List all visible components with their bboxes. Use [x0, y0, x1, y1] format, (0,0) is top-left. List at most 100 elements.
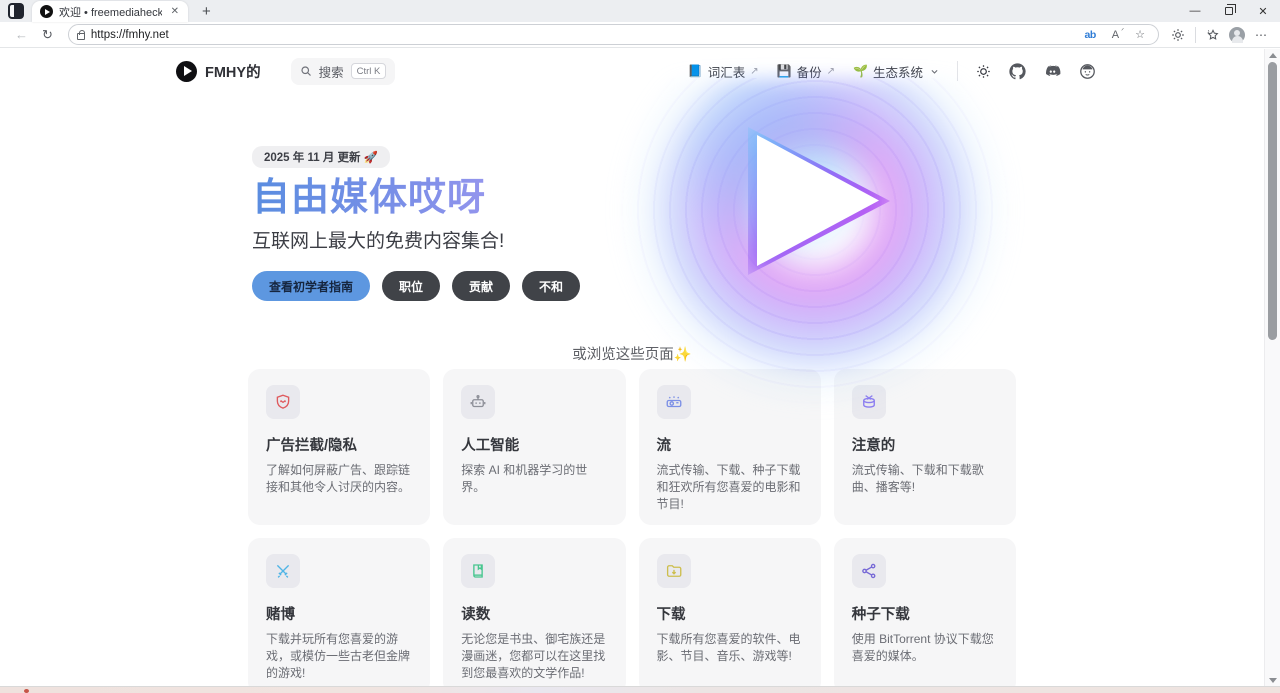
card-title: 广告拦截/隐私 [266, 438, 358, 454]
tab-close-icon[interactable]: ✕ [168, 5, 182, 18]
favorites-sparkle-icon[interactable] [1202, 28, 1224, 42]
card-streaming[interactable]: 流 流式传输、下载、种子下载和狂欢所有您喜爱的电影和节目! [638, 369, 821, 525]
card-adblock-privacy[interactable]: 广告拦截/隐私 了解如何屏蔽广告、跟踪链接和其他令人讨厌的内容。 [248, 369, 431, 525]
tab-workspaces-icon[interactable] [8, 3, 24, 19]
scroll-down-icon[interactable] [1265, 674, 1280, 686]
card-description: 了解如何屏蔽广告、跟踪链接和其他令人讨厌的内容。 [266, 463, 411, 494]
play-triangle-icon [757, 135, 879, 266]
favorite-star-icon[interactable]: ☆ [1130, 28, 1150, 41]
shield-icon [266, 385, 300, 419]
robot-icon [461, 385, 496, 419]
card-title: 读数 [461, 607, 491, 623]
browser-essentials-icon[interactable] [1167, 28, 1189, 42]
theme-toggle-sun-icon[interactable] [976, 64, 991, 79]
site-favicon-play-icon [40, 5, 53, 18]
beginners-guide-button[interactable]: 查看初学者指南 [252, 271, 371, 301]
book-icon [461, 554, 496, 588]
search-shortcut-badge: Ctrl K [350, 63, 387, 79]
page-subtitle: 互联网上最大的免费内容集合! [252, 231, 505, 252]
hero-section: 2025 年 11 月 更新 🚀 自由媒体哎呀 互联网上最大的免费内容集合! 查… [0, 78, 1264, 408]
github-icon[interactable] [1009, 62, 1026, 80]
card-description: 流式传输、下载和下载歌曲、播客等! [851, 463, 984, 494]
scroll-up-icon[interactable] [1265, 49, 1280, 61]
read-aloud-icon[interactable]: A [1107, 27, 1125, 41]
nav-ecosystem-menu[interactable]: 🌱 生态系统 [853, 62, 939, 81]
card-title: 赌博 [266, 607, 295, 623]
hero-text-block: 2025 年 11 月 更新 🚀 自由媒体哎呀 互联网上最大的免费内容集合! 查… [252, 146, 672, 301]
logo-play-icon [176, 60, 197, 82]
card-title: 人工智能 [461, 438, 520, 454]
play-triangle-glow [748, 127, 890, 275]
scrollbar-thumb[interactable] [1268, 62, 1277, 340]
drum-icon [851, 385, 886, 419]
card-gaming[interactable]: 赌博 下载并玩所有您喜爱的游戏，或模仿一些古老但金牌的游戏! [248, 538, 431, 686]
card-description: 探索 AI 和机器学习的世界。 [461, 463, 588, 494]
taskbar-dot [24, 689, 29, 693]
new-tab-button[interactable]: + [196, 3, 217, 20]
browse-prompt: 或浏览这些页面✨ [572, 347, 692, 363]
window-controls: — ✕ [1178, 0, 1280, 22]
chevron-down-icon [931, 69, 938, 74]
card-description: 流式传输、下载、种子下载和狂欢所有您喜爱的电影和节目! [656, 463, 801, 511]
tab-title: 欢迎 • freemediaheckyeah [59, 6, 162, 19]
toolbar-divider [1195, 26, 1196, 43]
url-text[interactable]: https://fmhy.net [91, 29, 1074, 41]
taskbar-peek-strip [0, 686, 1280, 693]
site-header: FMHY的 搜索 Ctrl K 📘 词汇表 ↗ 💾 备份 ↗ 🌱 生态系统 [0, 49, 1264, 93]
hero-buttons: 查看初学者指南 职位 贡献 不和 [252, 271, 672, 301]
close-button[interactable]: ✕ [1246, 0, 1280, 22]
search-input[interactable]: 搜索 Ctrl K [290, 57, 396, 85]
minimize-button[interactable]: — [1178, 0, 1212, 22]
search-icon [300, 66, 311, 76]
card-ai[interactable]: 人工智能 探索 AI 和机器学习的世界。 [443, 369, 626, 525]
card-torrenting[interactable]: 种子下载 使用 BitTorrent 协议下载您喜爱的媒体。 [833, 538, 1016, 686]
nav-ecosystem-label: 生态系统 [872, 65, 923, 80]
card-reading[interactable]: 读数 无论您是书虫、御宅族还是漫画迷，您都可以在这里找到您最喜欢的文学作品! [443, 538, 626, 686]
floppy-emoji-icon: 💾 [776, 64, 792, 78]
contribute-button[interactable]: 贡献 [452, 271, 511, 301]
header-divider [957, 61, 958, 81]
card-title: 种子下载 [851, 607, 910, 623]
back-icon[interactable]: ← [8, 27, 35, 42]
nav-glossary-label: 词汇表 [707, 65, 746, 80]
browser-toolbar: ← ↻ https://fmhy.net ab A ☆ ⋯ [0, 22, 1280, 48]
posts-button[interactable]: 职位 [382, 271, 441, 301]
card-title: 流 [656, 438, 672, 454]
card-title: 下载 [656, 607, 686, 623]
restore-button[interactable] [1212, 0, 1246, 22]
card-description: 下载所有您喜爱的软件、电影、节目、音乐、游戏等! [656, 632, 801, 663]
site-logo[interactable]: FMHY的 [176, 60, 261, 82]
card-description: 无论您是书虫、御宅族还是漫画迷，您都可以在这里找到您最喜欢的文学作品! [461, 632, 606, 680]
logo-text: FMHY的 [205, 64, 261, 81]
card-description: 下载并玩所有您喜爱的游戏，或模仿一些古老但金牌的游戏! [266, 632, 411, 680]
card-listening[interactable]: 注意的 流式传输、下载和下载歌曲、播客等! [833, 369, 1016, 525]
seedling-emoji-icon: 🌱 [853, 64, 868, 78]
projector-icon [656, 385, 691, 419]
discord-button[interactable]: 不和 [522, 271, 581, 301]
browser-tab[interactable]: 欢迎 • freemediaheckyeah ✕ [32, 1, 188, 22]
browser-tab-bar: 欢迎 • freemediaheckyeah ✕ + — ✕ [0, 0, 1280, 22]
profile-avatar[interactable] [1229, 26, 1245, 43]
translate-icon[interactable]: ab [1080, 29, 1101, 41]
card-downloading[interactable]: 下载 下载所有您喜爱的软件、电影、节目、音乐、游戏等! [638, 538, 821, 686]
page-title: 自由媒体哎呀 [252, 176, 672, 220]
book-emoji-icon: 📘 [687, 64, 703, 78]
toolbar-right: ⋯ [1167, 26, 1272, 43]
restore-icon [1225, 4, 1236, 15]
lock-icon [76, 29, 85, 40]
nav-backup-link[interactable]: 💾 备份 ↗ [777, 62, 835, 81]
browser-window: 欢迎 • freemediaheckyeah ✕ + — ✕ ← ↻ https… [0, 0, 1280, 693]
vertical-scrollbar[interactable] [1264, 49, 1280, 686]
nav-glossary-link[interactable]: 📘 词汇表 ↗ [688, 62, 759, 81]
external-link-icon: ↗ [826, 65, 836, 77]
folder-download-icon [656, 554, 691, 588]
search-label: 搜索 [318, 65, 344, 80]
mascot-face-icon[interactable] [1079, 63, 1096, 80]
nav-backup-label: 备份 [796, 65, 822, 80]
refresh-icon[interactable]: ↻ [35, 27, 60, 43]
external-link-icon: ↗ [750, 65, 759, 77]
more-menu-icon[interactable]: ⋯ [1250, 28, 1272, 42]
address-bar[interactable]: https://fmhy.net ab A ☆ [67, 24, 1159, 45]
discord-icon[interactable] [1044, 63, 1061, 80]
share-nodes-icon [851, 554, 886, 588]
